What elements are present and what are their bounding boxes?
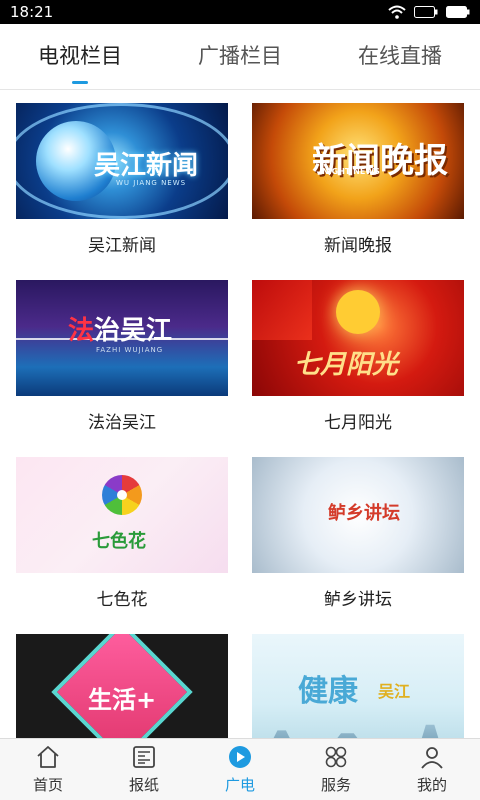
program-card-healthy-wujiang[interactable]: 健康 吴江	[252, 634, 464, 738]
program-title: 法治吴江	[88, 413, 156, 433]
program-title: 新闻晚报	[324, 236, 392, 256]
status-bar: 18:21	[0, 0, 480, 24]
program-thumbnail: 新闻晚报 NIGHT NEWS	[252, 103, 464, 219]
program-list: 吴江新闻 WU JIANG NEWS 吴江新闻 新闻晚报 NIGHT NEWS …	[0, 90, 480, 738]
wifi-icon	[388, 5, 406, 19]
program-card-seven-color-flower[interactable]: 七色花 七色花	[16, 457, 228, 634]
newspaper-icon	[133, 746, 155, 768]
program-title: 吴江新闻	[88, 236, 156, 256]
program-thumbnail: 鲈乡讲坛	[252, 457, 464, 573]
tab-radio-programs[interactable]: 广播栏目	[160, 24, 320, 90]
active-tab-indicator	[72, 80, 88, 84]
nav-label: 我的	[416, 776, 447, 794]
nav-label: 服务	[320, 776, 351, 794]
nav-services[interactable]: 服务	[288, 739, 384, 800]
flower-logo-icon	[102, 475, 142, 515]
program-thumbnail: 吴江新闻 WU JIANG NEWS	[16, 103, 228, 219]
user-icon	[421, 747, 443, 769]
category-tabs: 电视栏目 广播栏目 在线直播	[0, 24, 480, 90]
program-card-news-evening[interactable]: 新闻晚报 NIGHT NEWS 新闻晚报	[252, 103, 464, 280]
tab-live-stream[interactable]: 在线直播	[320, 24, 480, 90]
program-thumbnail: 健康 吴江	[252, 634, 464, 738]
program-card-life-plus[interactable]: 生活+	[16, 634, 228, 738]
party-emblem-icon	[336, 290, 380, 334]
play-circle-icon	[229, 746, 251, 768]
battery-icon	[414, 6, 438, 18]
tab-label: 电视栏目	[38, 43, 122, 68]
nav-profile[interactable]: 我的	[384, 739, 480, 800]
program-card-luxiang-forum[interactable]: 鲈乡讲坛 鲈乡讲坛	[252, 457, 464, 634]
status-time: 18:21	[10, 3, 54, 21]
nav-label: 广电	[224, 776, 255, 794]
program-title: 鲈乡讲坛	[324, 590, 392, 610]
program-title: 七月阳光	[324, 413, 392, 433]
program-title: 七色花	[96, 590, 148, 610]
program-card-fazhi-wujiang[interactable]: 法治吴江 FAZHI WUJIANG 法治吴江	[16, 280, 228, 457]
bottom-navigation: 首页 报纸 广电 服务 我的	[0, 738, 480, 800]
battery-full-icon	[446, 6, 470, 18]
tab-label: 广播栏目	[198, 43, 282, 68]
program-card-july-sunshine[interactable]: 七月阳光 七月阳光	[252, 280, 464, 457]
program-card-wujiang-news[interactable]: 吴江新闻 WU JIANG NEWS 吴江新闻	[16, 103, 228, 280]
program-thumbnail: 七色花	[16, 457, 228, 573]
program-thumbnail: 生活+	[16, 634, 228, 738]
nav-broadcast[interactable]: 广电	[192, 739, 288, 800]
services-grid-icon	[325, 746, 347, 768]
program-thumbnail: 七月阳光	[252, 280, 464, 396]
nav-home[interactable]: 首页	[0, 739, 96, 800]
home-icon	[37, 746, 59, 768]
program-thumbnail: 法治吴江 FAZHI WUJIANG	[16, 280, 228, 396]
nav-newspaper[interactable]: 报纸	[96, 739, 192, 800]
nav-label: 首页	[32, 776, 63, 794]
tab-label: 在线直播	[358, 43, 442, 68]
nav-label: 报纸	[128, 776, 159, 794]
tab-tv-programs[interactable]: 电视栏目	[0, 24, 160, 90]
